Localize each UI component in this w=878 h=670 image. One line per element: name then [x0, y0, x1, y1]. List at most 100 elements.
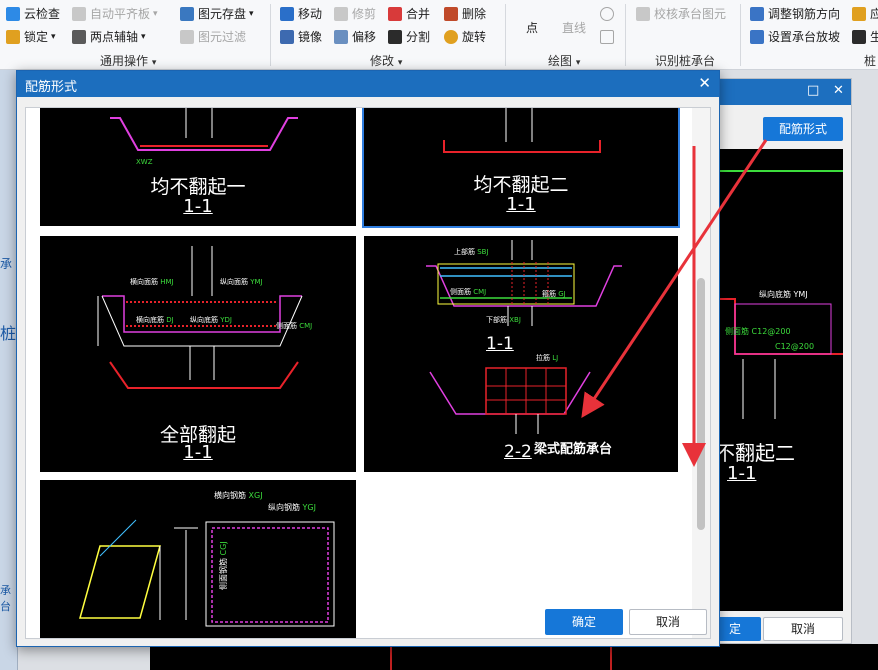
- option-section-b: 2-2: [504, 442, 532, 462]
- group-separator: [270, 4, 271, 66]
- mirror-icon: [280, 30, 294, 44]
- rebar-option-all-bend[interactable]: 横向面筋 HMJ 纵向面筋 YMJ 侧面筋 CMJ 横向底筋 DJ 纵向底筋 Y…: [40, 236, 356, 472]
- svg-text:纵向面筋 YMJ: 纵向面筋 YMJ: [220, 277, 263, 286]
- point-draw-button[interactable]: 点: [526, 18, 538, 38]
- set-cap-slope-button[interactable]: 设置承台放坡: [750, 27, 840, 47]
- rebar-option-uniform-no-bend-2[interactable]: 均不翻起二 1-1: [362, 108, 680, 228]
- line-draw-button[interactable]: 直线: [562, 18, 586, 38]
- split-button[interactable]: 分割: [388, 27, 430, 47]
- apply-button[interactable]: 应: [852, 4, 878, 24]
- rotate-button[interactable]: 旋转: [444, 27, 486, 47]
- generate-button[interactable]: 生: [852, 27, 878, 47]
- disk-icon: [180, 7, 194, 21]
- dialog-title-bar: 配筋形式 ✕: [17, 71, 719, 97]
- lock-icon: [6, 30, 20, 44]
- option-section-a: 1-1: [486, 334, 514, 354]
- slope-icon: [750, 30, 764, 44]
- option-5-drawing: 横向钢筋 XGJ 纵向钢筋 YGJ 侧面钢筋 CGJ: [79, 490, 335, 627]
- cloud-icon: [6, 7, 20, 21]
- rectangle-icon: [600, 30, 614, 44]
- offset-icon: [334, 30, 348, 44]
- background-panel-title-bar: □ ✕: [701, 79, 851, 105]
- trim-icon: [334, 7, 348, 21]
- rebar-form-button[interactable]: 配筋形式: [763, 117, 843, 141]
- svg-text:纵向底筋 YDJ: 纵向底筋 YDJ: [190, 315, 232, 324]
- left-strip-label: 承: [0, 257, 13, 271]
- align-icon: [72, 7, 86, 21]
- rebar-option-partial[interactable]: 横向钢筋 XGJ 纵向钢筋 YGJ 侧面钢筋 CGJ: [40, 480, 356, 638]
- eraser-icon: [444, 7, 458, 21]
- background-preview-svg: 纵向底筋 YMJ 侧面筋 C12@200 C12@200: [715, 170, 843, 419]
- option-title: 均不翻起二: [473, 174, 569, 196]
- dialog-title: 配筋形式: [25, 80, 78, 95]
- preview-caption-section: 1-1: [727, 463, 757, 484]
- svg-text:下部筋 XBJ: 下部筋 XBJ: [486, 315, 521, 324]
- option-section: 1-1: [506, 194, 536, 215]
- svg-text:C12@200: C12@200: [775, 342, 814, 351]
- delete-button[interactable]: 删除: [444, 4, 486, 24]
- option-4-drawing: 上部筋 SBJ 箍筋 GJ 下部筋 XBJ 侧面筋 CMJ 拉筋 LJ: [426, 240, 622, 434]
- group-label-general: 通用操作 ▾: [100, 54, 157, 68]
- rebar-option-uniform-no-bend-1[interactable]: XWZ 均不翻起一 1-1: [40, 108, 356, 226]
- preview-caption-title: 不翻起二: [715, 441, 795, 465]
- option-title: 均不翻起一: [150, 176, 246, 198]
- cad-canvas-bottom: [150, 644, 878, 670]
- option-section: 1-1: [183, 442, 213, 463]
- svg-text:侧面筋 CMJ: 侧面筋 CMJ: [276, 321, 312, 330]
- trim-button[interactable]: 修剪: [334, 4, 376, 24]
- split-icon: [388, 30, 402, 44]
- lock-button[interactable]: 锁定 ▾: [6, 27, 56, 47]
- check-cap-element-button[interactable]: 校核承台图元: [636, 4, 726, 24]
- check-icon: [636, 7, 650, 21]
- rotate-icon: [444, 30, 458, 44]
- close-icon[interactable]: ✕: [698, 74, 711, 92]
- maximize-icon[interactable]: □: [807, 83, 819, 98]
- background-cancel-button[interactable]: 取消: [763, 617, 843, 641]
- svg-text:横向底筋 DJ: 横向底筋 DJ: [136, 315, 174, 324]
- move-button[interactable]: 移动: [280, 4, 322, 24]
- merge-button[interactable]: 合并: [388, 4, 430, 24]
- background-preview-drawing: 纵向底筋 YMJ 侧面筋 C12@200 C12@200 不翻起二 1-1: [715, 149, 843, 611]
- svg-text:XWZ: XWZ: [136, 158, 153, 166]
- group-separator: [740, 4, 741, 66]
- svg-text:拉筋 LJ: 拉筋 LJ: [536, 353, 558, 362]
- circle-draw-button[interactable]: [600, 4, 618, 24]
- element-filter-button[interactable]: 图元过滤: [180, 27, 246, 47]
- offset-button[interactable]: 偏移: [334, 27, 376, 47]
- svg-text:横向钢筋 XGJ: 横向钢筋 XGJ: [214, 490, 263, 500]
- group-label-draw: 绘图 ▾: [548, 54, 581, 68]
- apply-icon: [852, 7, 866, 21]
- save-element-button[interactable]: 图元存盘 ▾: [180, 4, 254, 24]
- ok-button[interactable]: 确定: [545, 609, 623, 635]
- group-label-pile: 桩: [864, 54, 877, 68]
- circle-icon: [600, 7, 614, 21]
- svg-text:侧面筋 C12@200: 侧面筋 C12@200: [725, 326, 791, 336]
- ribbon-toolbar: 云检查 自动平齐板 ▾ 锁定 ▾ 两点辅轴 ▾ 图元存盘 ▾ 图元过滤 通用操作 ▾ 移…: [0, 0, 878, 70]
- group-separator: [625, 4, 626, 66]
- rebar-form-gallery: XWZ 均不翻起一 1-1 均不翻起二 1-1 横向面筋 HMJ 纵向面筋 YM…: [25, 107, 711, 639]
- svg-text:侧面筋 CMJ: 侧面筋 CMJ: [450, 287, 486, 296]
- rebar-form-dialog: 配筋形式 ✕ XWZ 均不翻起一 1-1 均不翻起二 1-1 横向面筋 HMJ …: [16, 70, 720, 647]
- move-icon: [280, 7, 294, 21]
- auto-align-slab-button[interactable]: 自动平齐板 ▾: [72, 4, 158, 24]
- gallery-scrollbar[interactable]: [692, 108, 710, 638]
- generate-icon: [852, 30, 866, 44]
- close-icon[interactable]: ✕: [833, 83, 844, 98]
- svg-text:纵向底筋 YMJ: 纵向底筋 YMJ: [759, 289, 808, 299]
- axis-icon: [72, 30, 86, 44]
- rebar-option-beam-type-cap[interactable]: 上部筋 SBJ 箍筋 GJ 下部筋 XBJ 侧面筋 CMJ 拉筋 LJ 1-1 …: [364, 236, 678, 472]
- option-title: 梁式配筋承台: [534, 442, 613, 457]
- scrollbar-thumb[interactable]: [697, 278, 705, 530]
- cloud-check-button[interactable]: 云检查: [6, 4, 60, 24]
- two-point-axis-button[interactable]: 两点辅轴 ▾: [72, 27, 146, 47]
- filter-icon: [180, 30, 194, 44]
- mirror-button[interactable]: 镜像: [280, 27, 322, 47]
- adjust-rebar-direction-button[interactable]: 调整钢筋方向: [750, 4, 840, 24]
- group-label-identify: 识别桩承台: [655, 54, 716, 68]
- left-strip-label: 承台: [0, 584, 11, 613]
- svg-text:箍筋 GJ: 箍筋 GJ: [542, 289, 566, 298]
- cancel-button[interactable]: 取消: [629, 609, 707, 635]
- left-strip-label: 桩: [0, 324, 17, 343]
- rect-draw-button[interactable]: [600, 27, 618, 47]
- background-cap-property-panel: □ ✕ 配筋形式 纵向底筋 YMJ 侧面筋 C12@200 C12@200 不翻…: [700, 78, 852, 644]
